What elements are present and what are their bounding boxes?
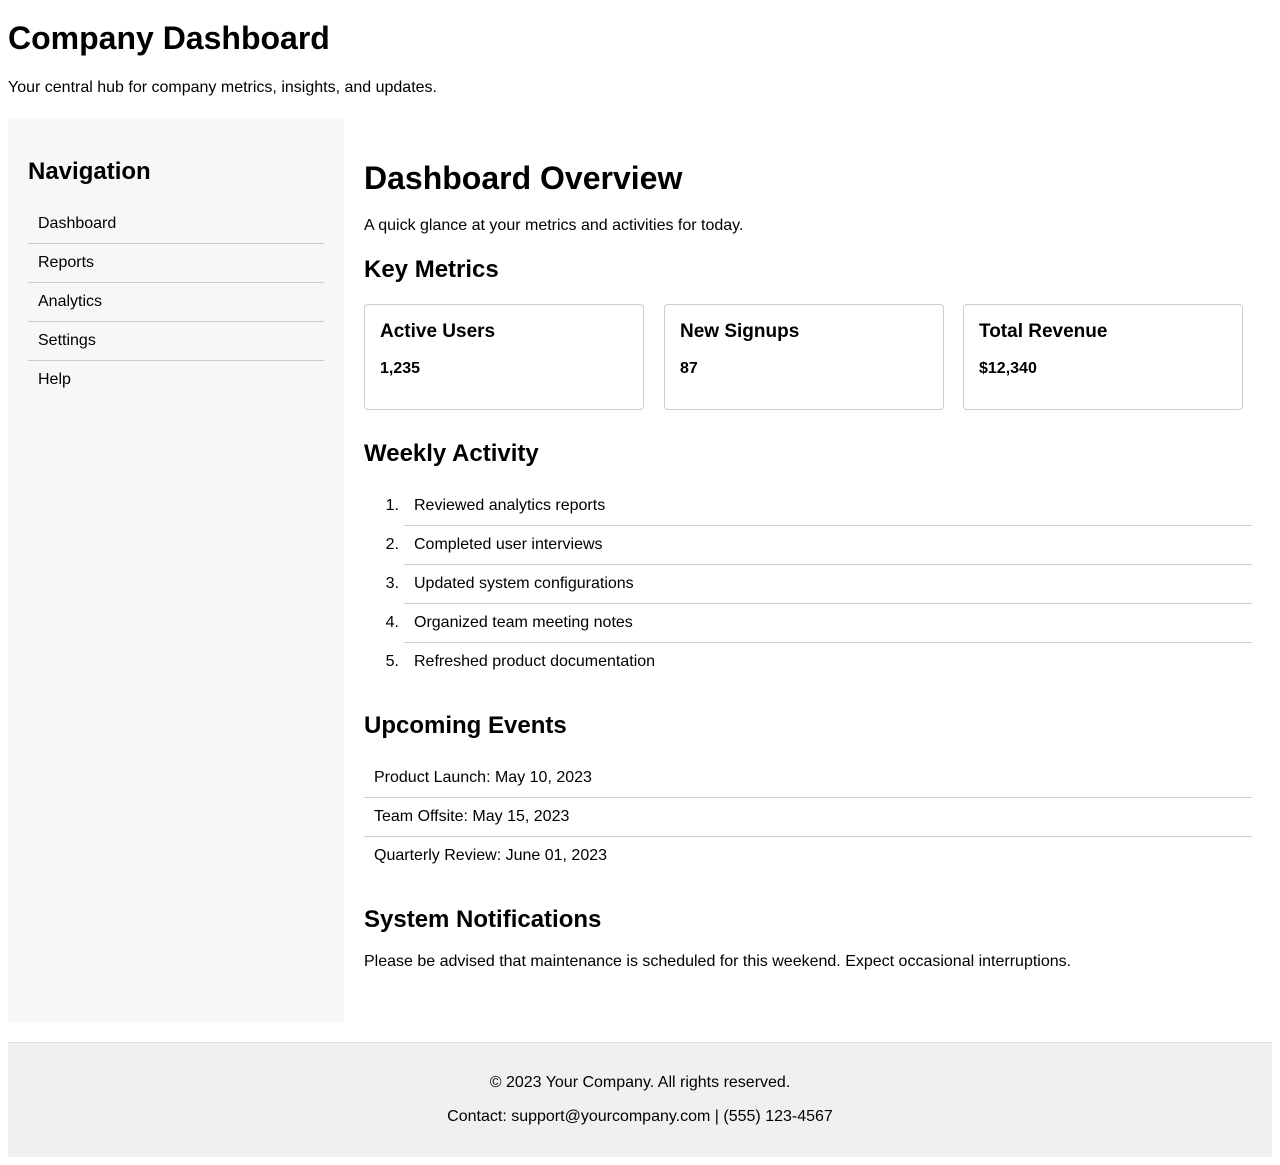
metric-label: Active Users [380,321,496,342]
content-layout: Navigation Dashboard Reports Analytics S… [8,118,1272,1022]
page-header: Company Dashboard Your central hub for c… [8,0,1272,96]
list-number: 3. [385,575,399,592]
sidebar-item-settings[interactable]: Settings [28,322,324,361]
event-item: Team Offsite: May 15, 2023 [364,798,1252,837]
weekly-activity-heading: Weekly Activity [364,440,539,467]
list-item-text: Refreshed product documentation [414,653,656,670]
metric-value: $12,340 [979,360,1037,377]
metric-label: Total Revenue [979,321,1108,342]
event-item: Product Launch: May 10, 2023 [364,759,1252,798]
list-item-text: Reviewed analytics reports [414,497,606,514]
footer-copyright: © 2023 Your Company. All rights reserved… [489,1074,791,1091]
list-item: 3. Updated system configurations [386,565,1252,604]
events-list: Product Launch: May 10, 2023 Team Offsit… [364,759,1252,875]
overview-title: Dashboard Overview [364,160,683,196]
list-number: 2. [385,536,399,553]
list-item-text: Updated system configurations [414,575,634,592]
footer-contact: Contact: support@yourcompany.com | (555)… [447,1108,833,1125]
sidebar: Navigation Dashboard Reports Analytics S… [8,118,344,1022]
system-notifications-heading: System Notifications [364,906,602,933]
key-metrics-heading: Key Metrics [364,256,499,283]
list-item-text: Completed user interviews [414,536,603,553]
page: Company Dashboard Your central hub for c… [0,0,1280,1157]
page-footer: © 2023 Your Company. All rights reserved… [8,1042,1272,1157]
page-subtitle: Your central hub for company metrics, in… [8,79,437,96]
upcoming-events-heading: Upcoming Events [364,712,567,739]
metrics-grid: Active Users 1,235 New Signups 87 Total … [364,304,1244,410]
metric-card-active-users: Active Users 1,235 [364,304,644,410]
main-content: Dashboard Overview A quick glance at you… [364,118,1272,1022]
sidebar-item-help[interactable]: Help [28,361,324,399]
notification-text: Please be advised that maintenance is sc… [364,953,1072,970]
metric-card-total-revenue: Total Revenue $12,340 [963,304,1243,410]
sidebar-heading: Navigation [28,158,151,185]
list-item: 1. Reviewed analytics reports [386,487,1252,526]
sidebar-item-dashboard[interactable]: Dashboard [28,205,324,244]
nav-list: Dashboard Reports Analytics Settings Hel… [28,205,324,399]
sidebar-item-reports[interactable]: Reports [28,244,324,283]
list-item-text: Organized team meeting notes [414,614,633,631]
event-item: Quarterly Review: June 01, 2023 [374,847,608,864]
list-number: 5. [385,653,399,670]
metric-value: 87 [680,360,698,377]
list-item: 2. Completed user interviews [386,526,1252,565]
list-number: 4. [385,614,399,631]
metric-label: New Signups [680,321,800,342]
metric-card-new-signups: New Signups 87 [664,304,944,410]
list-item: 5. Refreshed product documentation [386,643,1252,681]
sidebar-item-analytics[interactable]: Analytics [28,283,324,322]
activity-list: 1. Reviewed analytics reports 2. Complet… [386,487,1252,681]
list-number: 1. [385,497,399,514]
list-item: 4. Organized team meeting notes [386,604,1252,643]
page-title: Company Dashboard [8,20,330,56]
overview-description: A quick glance at your metrics and activ… [364,217,744,234]
metric-value: 1,235 [380,360,421,377]
